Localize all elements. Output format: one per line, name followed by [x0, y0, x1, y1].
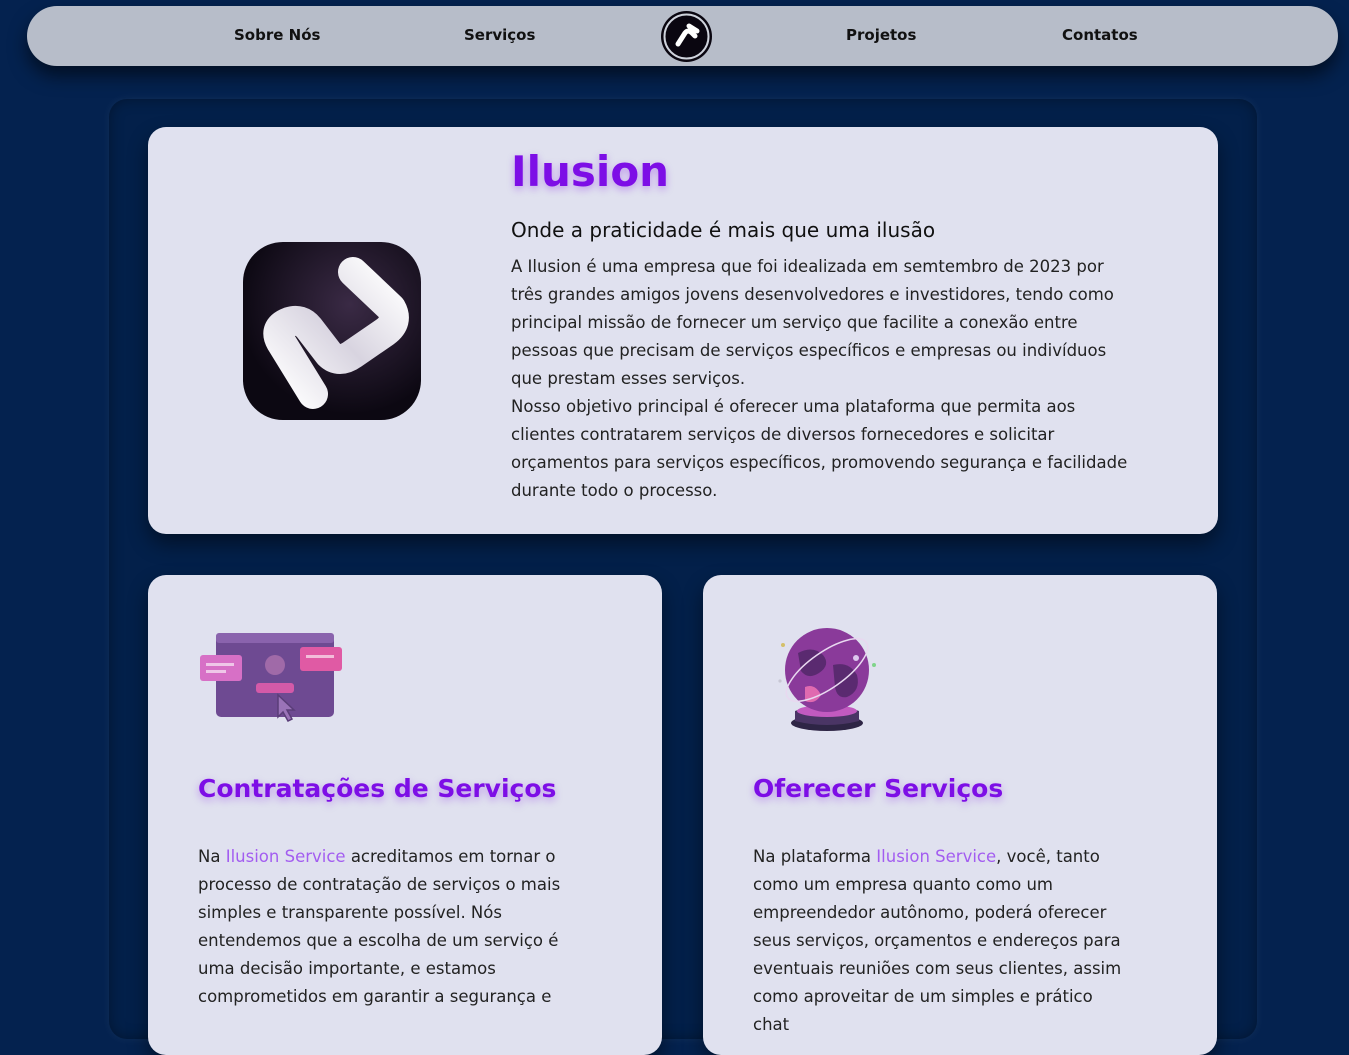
service-description-contratacoes: Na Ilusion Service acreditamos em tornar… [198, 843, 563, 1011]
service-card-contratacoes: Contratações de Serviços Na Ilusion Serv… [148, 575, 662, 1055]
service-description-oferecer: Na plataforma Ilusion Service, você, tan… [753, 843, 1123, 1039]
about-card: Ilusion Onde a praticidade é mais que um… [148, 127, 1218, 534]
service-text: Na plataforma [753, 847, 877, 866]
brand-link[interactable]: Ilusion Service [226, 847, 346, 866]
nav-link-sobre-nos[interactable]: Sobre Nós [234, 26, 320, 44]
service-title-contratacoes: Contratações de Serviços [198, 774, 557, 803]
ilusion-logo-icon [263, 257, 409, 409]
browser-chat-cursor-icon [198, 625, 346, 729]
ilusion-app-logo [243, 242, 421, 420]
nav-link-servicos[interactable]: Serviços [464, 26, 535, 44]
service-text: , você, tanto como um empresa quanto com… [753, 847, 1122, 1034]
nav-link-contatos[interactable]: Contatos [1062, 26, 1138, 44]
hero-description: A Ilusion é uma empresa que foi idealiza… [511, 253, 1129, 505]
hero-title: Ilusion [511, 147, 670, 196]
service-card-oferecer: Oferecer Serviços Na plataforma Ilusion … [703, 575, 1217, 1055]
service-text: acreditamos em tornar o processo de cont… [198, 847, 561, 1006]
hero-subtitle: Onde a praticidade é mais que uma ilusão [511, 218, 936, 242]
top-navbar: Sobre Nós Serviços Projetos Contatos [27, 6, 1338, 66]
brand-link[interactable]: Ilusion Service [876, 847, 996, 866]
globe-orbit-icon [753, 625, 883, 739]
hero-paragraph-2: Nosso objetivo principal é oferecer uma … [511, 397, 1128, 500]
nav-link-projetos[interactable]: Projetos [846, 26, 916, 44]
hero-paragraph-1: A Ilusion é uma empresa que foi idealiza… [511, 257, 1114, 388]
ilusion-logo-icon[interactable] [661, 11, 712, 62]
service-text: Na [198, 847, 226, 866]
service-title-oferecer: Oferecer Serviços [753, 774, 1004, 803]
